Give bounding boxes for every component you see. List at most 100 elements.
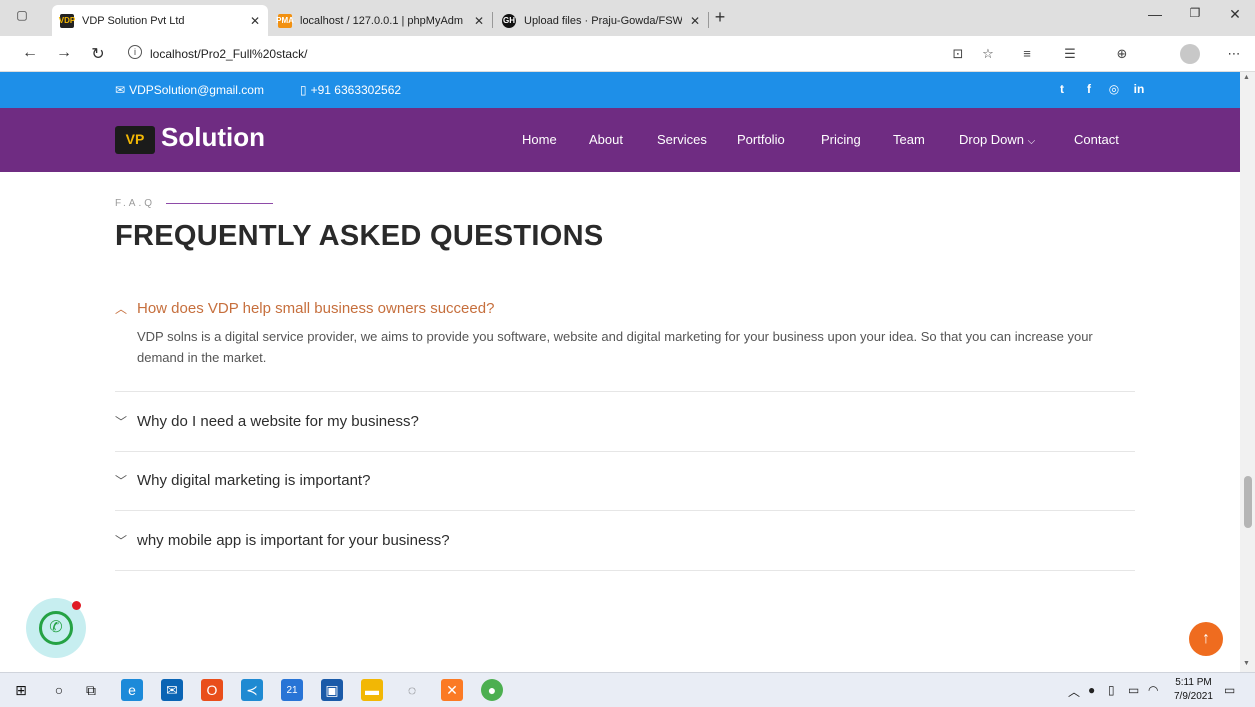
contact-phone[interactable]: ▯ +91 6363302562 [300, 83, 401, 97]
favorites-list-icon[interactable]: ☰ [1060, 46, 1080, 62]
tab-github-upload[interactable]: GH Upload files · Praju-Gowda/FSW_ ✕ [494, 5, 708, 36]
facebook-icon[interactable]: f [1081, 82, 1097, 96]
clock-time: 5:11 PM [1175, 677, 1212, 688]
more-options-icon[interactable]: ⋯ [1224, 46, 1244, 62]
store-icon[interactable]: ▣ [321, 679, 343, 701]
linkedin-icon[interactable]: in [1131, 82, 1147, 96]
instagram-icon[interactable]: ◎ [1106, 82, 1122, 96]
tab-actions-icon[interactable]: ▢ [2, 8, 42, 22]
close-tab-icon[interactable]: ✕ [474, 14, 484, 28]
arrow-up-icon: ↑ [1202, 630, 1210, 647]
windows-start-icon[interactable]: ⊞ [10, 679, 32, 701]
tab-title: Upload files · Praju-Gowda/FSW_ [524, 14, 682, 27]
xampp-icon[interactable]: ✕ [441, 679, 463, 701]
minimize-icon[interactable]: — [1135, 6, 1175, 22]
profile-avatar[interactable] [1180, 44, 1200, 64]
tab-phpmyadmin[interactable]: PMA localhost / 127.0.0.1 | phpMyAdm ✕ [270, 5, 492, 36]
scroll-up-icon[interactable]: ▲ [1243, 74, 1250, 81]
site-info-icon[interactable]: i [128, 45, 142, 59]
system-clock[interactable]: 5:11 PM 7/9/2021 [1174, 676, 1213, 704]
close-tab-icon[interactable]: ✕ [690, 14, 700, 28]
envelope-icon: ✉ [115, 83, 126, 97]
nav-team[interactable]: Team [893, 132, 925, 147]
faq-item: ︿ How does VDP help small business owner… [115, 294, 1135, 392]
faq-question-text: why mobile app is important for your bus… [137, 532, 450, 549]
vdp-favicon-icon: VDP [59, 13, 75, 28]
logo-text[interactable]: Solution [161, 122, 265, 153]
chrome-icon[interactable]: ● [481, 679, 503, 701]
notification-dot [72, 601, 81, 610]
logo-icon[interactable]: VP [115, 126, 155, 154]
read-aloud-icon[interactable]: ⊡ [948, 46, 968, 62]
faq-answer: VDP solns is a digital service provider,… [137, 329, 1093, 365]
faq-question[interactable]: ﹀ why mobile app is important for your b… [115, 532, 450, 549]
email-text: VDPSolution@gmail.com [129, 83, 264, 97]
chevron-up-icon: ︿ [115, 302, 128, 316]
nav-services[interactable]: Services [657, 132, 707, 147]
faq-question[interactable]: ︿ How does VDP help small business owner… [115, 300, 494, 317]
nav-pricing[interactable]: Pricing [821, 132, 861, 147]
collections-icon[interactable]: ⊕ [1112, 46, 1132, 62]
tray-chevron-icon[interactable]: ︿ [1068, 683, 1080, 700]
chevron-down-icon: ﹀ [115, 534, 128, 548]
restore-icon[interactable]: ❐ [1175, 6, 1215, 20]
url-field[interactable]: localhost/Pro2_Full%20stack/ [150, 47, 307, 61]
tab-title: localhost / 127.0.0.1 | phpMyAdm [300, 14, 464, 27]
nav-contact[interactable]: Contact [1074, 132, 1119, 147]
github-desktop-icon[interactable]: ◌ [401, 679, 423, 701]
forward-arrow-icon[interactable]: → [52, 44, 76, 62]
tab-divider [492, 12, 493, 28]
faq-question[interactable]: ﹀ Why digital marketing is important? [115, 472, 370, 489]
calendar-icon[interactable]: 21 [281, 679, 303, 701]
faq-question-text: How does VDP help small business owners … [137, 300, 495, 317]
file-explorer-icon[interactable]: ▬ [361, 679, 383, 701]
contact-top-bar: ✉ VDPSolution@gmail.com ▯ +91 6363302562… [0, 72, 1240, 108]
notifications-icon[interactable]: ▭ [1224, 683, 1235, 697]
nav-portfolio[interactable]: Portfolio [737, 132, 785, 147]
wifi-icon[interactable]: ◠ [1148, 683, 1158, 697]
scroll-down-icon[interactable]: ▼ [1243, 660, 1250, 667]
whatsapp-chat-button[interactable]: ✆ [26, 598, 86, 658]
faq-question-text: Why do I need a website for my business? [137, 413, 419, 430]
faq-question[interactable]: ﹀ Why do I need a website for my busines… [115, 413, 419, 430]
close-window-icon[interactable]: ✕ [1215, 6, 1255, 23]
nav-about[interactable]: About [589, 132, 623, 147]
contact-email[interactable]: ✉ VDPSolution@gmail.com [115, 83, 264, 97]
chevron-down-icon: ﹀ [115, 415, 128, 429]
new-tab-icon[interactable]: + [700, 7, 740, 28]
phpmyadmin-favicon-icon: PMA [276, 13, 294, 28]
faq-question-text: Why digital marketing is important? [137, 472, 371, 489]
extension-icon[interactable]: ≡ [1017, 46, 1037, 61]
search-icon[interactable]: ○ [48, 679, 70, 701]
twitter-icon[interactable]: t [1054, 82, 1070, 96]
vscode-icon[interactable]: ≺ [241, 679, 263, 701]
faq-eyebrow: F.A.Q [115, 198, 156, 209]
chevron-down-icon: ⌵ [1027, 136, 1036, 147]
favorite-star-icon[interactable]: ☆ [978, 46, 998, 62]
mail-icon[interactable]: ✉ [161, 679, 183, 701]
site-header: VP Solution Home About Services Portfoli… [0, 108, 1240, 172]
nav-dropdown-label: Drop Down [959, 132, 1025, 147]
battery-icon[interactable]: ▯ [1108, 683, 1115, 697]
edge-icon[interactable]: e [121, 679, 143, 701]
faq-item: ﹀ why mobile app is important for your b… [115, 511, 1135, 571]
nav-dropdown[interactable]: Drop Down ⌵ [959, 132, 1035, 147]
tab-vdp-solution[interactable]: VDP VDP Solution Pvt Ltd ✕ [52, 5, 268, 36]
microphone-icon[interactable]: ● [1088, 683, 1095, 697]
task-view-icon[interactable]: ⧉ [80, 679, 102, 701]
page-scrollbar[interactable]: ▲ ▼ [1240, 72, 1255, 672]
faq-item: ﹀ Why do I need a website for my busines… [115, 392, 1135, 452]
network-icon[interactable]: ▭ [1128, 683, 1139, 697]
page-viewport: ✉ VDPSolution@gmail.com ▯ +91 6363302562… [0, 72, 1240, 672]
faq-eyebrow-divider [166, 203, 273, 204]
refresh-icon[interactable]: ↻ [86, 44, 110, 64]
back-to-top-button[interactable]: ↑ [1189, 622, 1223, 656]
office-icon[interactable]: O [201, 679, 223, 701]
chevron-down-icon: ﹀ [115, 474, 128, 488]
close-tab-icon[interactable]: ✕ [250, 14, 260, 28]
nav-home[interactable]: Home [522, 132, 557, 147]
scroll-thumb[interactable] [1244, 476, 1252, 528]
back-arrow-icon[interactable]: ← [18, 44, 42, 62]
faq-title: FREQUENTLY ASKED QUESTIONS [115, 220, 604, 252]
windows-taskbar: ⊞ ○ ⧉ e ✉ O ≺ 21 ▣ ▬ ◌ ✕ ● ︿ ● ▯ ▭ ◠ 5:1… [0, 672, 1255, 707]
